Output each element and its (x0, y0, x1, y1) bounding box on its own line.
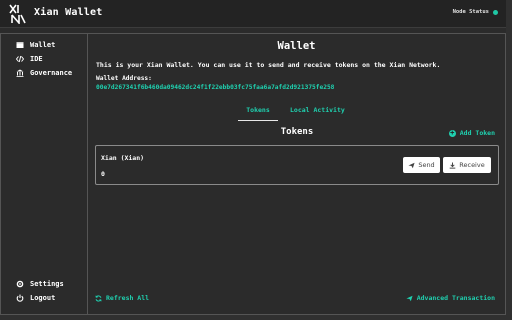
power-icon (16, 294, 24, 302)
sidebar-item-label: Logout (30, 294, 56, 302)
tab-tokens[interactable]: Tokens (238, 106, 278, 121)
add-token-button[interactable]: + Add Token (448, 128, 495, 137)
bank-icon (16, 69, 24, 77)
page-title: Wallet (277, 40, 316, 52)
advanced-transaction-label: Advanced Transaction (416, 294, 495, 302)
window-edge-bottom (0, 315, 512, 320)
token-balance: 0 (101, 170, 105, 178)
send-label: Send (418, 161, 435, 169)
refresh-all-label: Refresh All (106, 294, 150, 302)
app-window: Xian Wallet Node Status Wallet IDE Gover… (0, 0, 512, 320)
node-status-label: Node Status (452, 9, 489, 15)
xian-logo-icon (9, 4, 26, 24)
refresh-all-button[interactable]: Refresh All (95, 294, 149, 302)
sidebar-item-label: IDE (30, 55, 43, 63)
token-card: Xian (Xian) 0 Send Receive (95, 145, 499, 185)
top-header: Xian Wallet Node Status (0, 0, 512, 28)
main-panel: Wallet This is your Xian Wallet. You can… (88, 33, 506, 315)
receive-label: Receive (459, 161, 485, 169)
sidebar-item-settings[interactable]: Settings (16, 280, 64, 288)
sidebar-item-label: Wallet (30, 41, 56, 49)
paper-plane-icon (406, 295, 413, 301)
node-status: Node Status (453, 9, 498, 15)
app-title: Xian Wallet (34, 7, 103, 18)
wallet-description: This is your Xian Wallet. You can use it… (96, 61, 441, 69)
code-icon (16, 55, 24, 63)
refresh-icon (95, 294, 102, 302)
sidebar-item-logout[interactable]: Logout (16, 294, 55, 302)
send-icon (408, 162, 415, 168)
status-dot-icon (493, 9, 498, 15)
receive-button[interactable]: Receive (443, 157, 491, 173)
wallet-address-label: Wallet Address: (96, 75, 152, 82)
advanced-transaction-button[interactable]: Advanced Transaction (406, 294, 495, 302)
download-icon (449, 161, 456, 169)
window-edge (506, 0, 512, 320)
sidebar: Wallet IDE Governance Settings Logout (0, 33, 88, 315)
tab-local-activity[interactable]: Local Activity (290, 106, 345, 121)
sidebar-item-label: Settings (30, 280, 64, 288)
sidebar-item-wallet[interactable]: Wallet (16, 41, 55, 49)
tabs: Tokens Local Activity (238, 106, 345, 121)
wallet-icon (16, 41, 24, 49)
gear-icon (16, 280, 24, 288)
tokens-heading: Tokens (280, 127, 314, 137)
sidebar-item-label: Governance (30, 69, 73, 77)
plus-circle-icon: + (448, 128, 456, 137)
add-token-label: Add Token (459, 129, 495, 137)
sidebar-item-governance[interactable]: Governance (16, 69, 72, 77)
token-name: Xian (Xian) (101, 154, 145, 162)
send-button[interactable]: Send (403, 157, 440, 173)
sidebar-item-ide[interactable]: IDE (16, 55, 43, 63)
wallet-address-value[interactable]: 00e7d267341f6b460da09462dc24f1f22ebb03fc… (96, 84, 334, 91)
